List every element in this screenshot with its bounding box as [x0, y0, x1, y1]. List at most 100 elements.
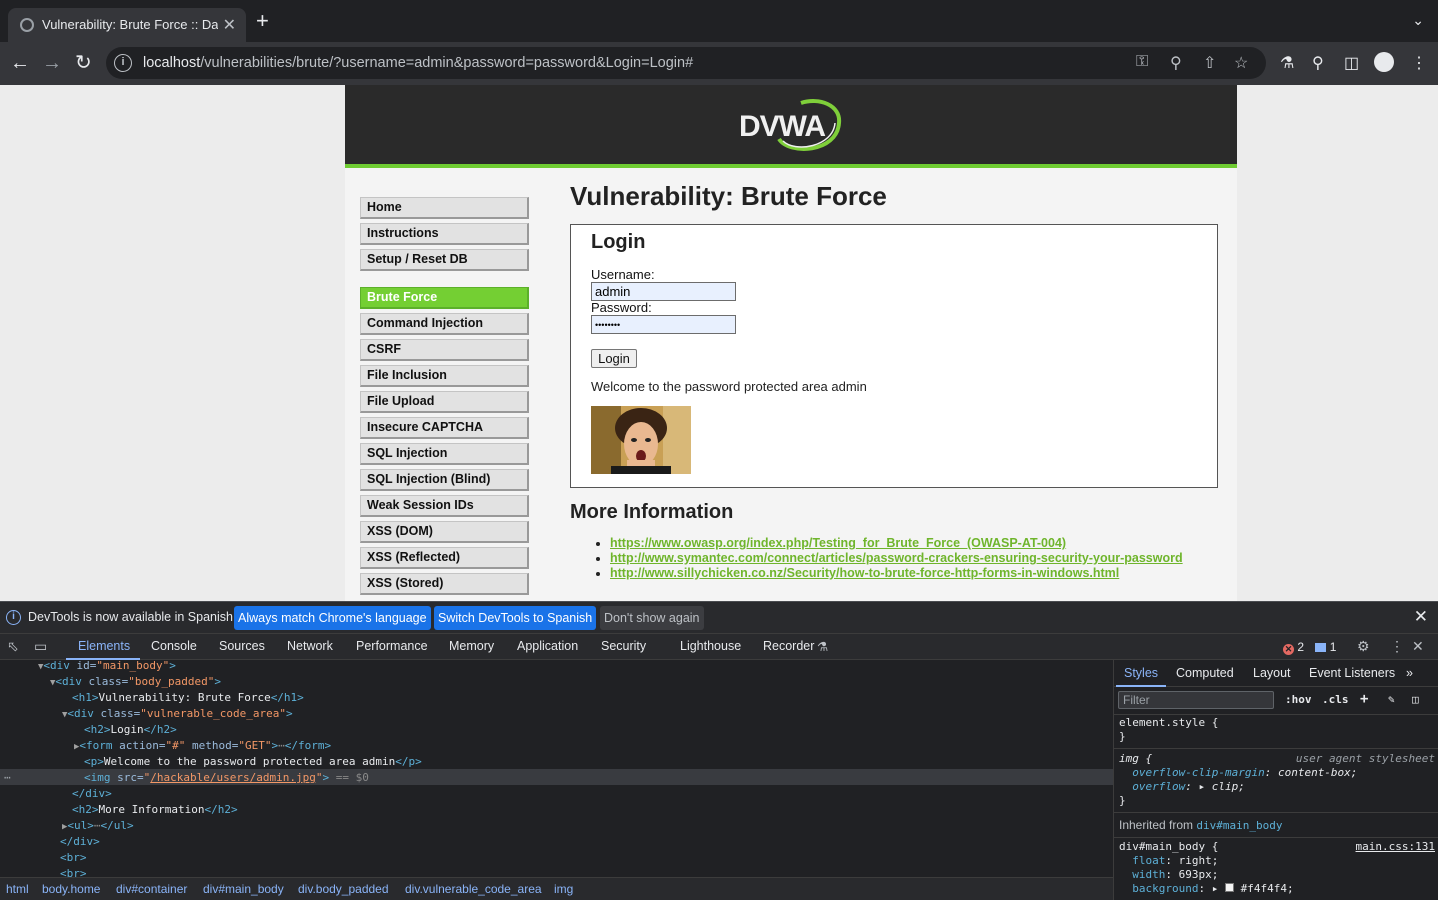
dom-node-br-2[interactable]: <br>: [60, 866, 87, 877]
symantec-link[interactable]: http://www.symantec.com/connect/articles…: [610, 551, 1183, 565]
menu-item-sql-injection-blind[interactable]: SQL Injection (Blind): [360, 469, 529, 491]
breadcrumb-html[interactable]: html: [6, 882, 29, 896]
tab-elements[interactable]: Elements: [78, 639, 130, 653]
menu-item-instructions[interactable]: Instructions: [360, 223, 529, 245]
styles-filter-input[interactable]: Filter: [1118, 691, 1274, 709]
message-count: 1: [1329, 640, 1337, 654]
tab-recorder[interactable]: Recorder: [763, 639, 814, 653]
menu-item-setup[interactable]: Setup / Reset DB: [360, 249, 529, 271]
more-tabs-chevron-icon[interactable]: »: [1406, 666, 1413, 680]
close-infobar-icon[interactable]: ✕: [1414, 607, 1428, 627]
username-input[interactable]: [591, 282, 736, 301]
inspect-element-icon[interactable]: ⬁: [7, 638, 19, 655]
tab-application[interactable]: Application: [517, 639, 578, 653]
breadcrumb-container[interactable]: div#container: [116, 882, 187, 896]
breadcrumb-body[interactable]: body.home: [42, 882, 100, 896]
tab-computed[interactable]: Computed: [1176, 666, 1234, 680]
profile-avatar-icon[interactable]: [1374, 52, 1394, 72]
browser-tab[interactable]: Vulnerability: Brute Force :: Da ✕: [8, 8, 246, 42]
dom-node-h2-login[interactable]: <h2>Login</h2>: [84, 722, 177, 738]
tab-memory[interactable]: Memory: [449, 639, 494, 653]
owasp-link[interactable]: https://www.owasp.org/index.php/Testing_…: [610, 536, 1066, 550]
dvwa-sidebar-menu: Home Instructions Setup / Reset DB Brute…: [360, 197, 529, 599]
new-tab-button[interactable]: +: [256, 10, 269, 32]
key-icon[interactable]: ⚿: [1136, 53, 1148, 71]
switch-to-spanish-button[interactable]: Switch DevTools to Spanish: [434, 606, 597, 630]
toggle-sidebar-icon[interactable]: ◫: [1412, 693, 1419, 706]
tab-lighthouse[interactable]: Lighthouse: [680, 639, 741, 653]
kebab-menu-icon[interactable]: ⋮: [1411, 53, 1427, 73]
tab-search-chevron-icon[interactable]: ⌄: [1412, 12, 1424, 29]
address-bar[interactable]: i localhost/vulnerabilities/brute/?usern…: [106, 47, 1266, 79]
menu-item-insecure-captcha[interactable]: Insecure CAPTCHA: [360, 417, 529, 439]
bookmark-star-icon[interactable]: ☆: [1234, 53, 1248, 73]
tab-network[interactable]: Network: [287, 639, 333, 653]
menu-item-brute-force[interactable]: Brute Force: [360, 287, 529, 309]
dom-node-vulnerable-code-area[interactable]: ▼<div class="vulnerable_code_area">: [62, 706, 293, 722]
forward-arrow-icon[interactable]: →: [42, 51, 62, 75]
dom-node-p-welcome[interactable]: <p>Welcome to the password protected are…: [84, 754, 422, 770]
tab-event-listeners[interactable]: Event Listeners: [1309, 666, 1395, 680]
menu-item-xss-stored[interactable]: XSS (Stored): [360, 573, 529, 595]
device-toolbar-icon[interactable]: ▭: [34, 638, 47, 655]
share-icon[interactable]: ⇧: [1203, 53, 1216, 73]
breadcrumb-vulnerable-code-area[interactable]: div.vulnerable_code_area: [405, 882, 542, 896]
tab-performance[interactable]: Performance: [356, 639, 428, 653]
dom-node-h2-more-info[interactable]: <h2>More Information</h2>: [72, 802, 238, 818]
breadcrumb-img[interactable]: img: [554, 882, 573, 896]
tab-close-icon[interactable]: ✕: [223, 15, 236, 35]
node-actions-ellipsis-icon[interactable]: ⋯: [4, 770, 11, 786]
info-icon: i: [6, 610, 21, 625]
close-devtools-icon[interactable]: ✕: [1412, 638, 1424, 655]
tab-security[interactable]: Security: [601, 639, 646, 653]
menu-item-sql-injection[interactable]: SQL Injection: [360, 443, 529, 465]
password-input[interactable]: [591, 315, 736, 334]
main-css-source-link[interactable]: main.css:131: [1356, 840, 1435, 853]
sillychicken-link[interactable]: http://www.sillychicken.co.nz/Security/h…: [610, 566, 1119, 580]
breadcrumb-main-body[interactable]: div#main_body: [203, 882, 284, 896]
devtools-menu-icon[interactable]: ⋮: [1390, 638, 1404, 655]
login-button[interactable]: Login: [591, 349, 637, 368]
dont-show-again-button[interactable]: Don't show again: [600, 606, 704, 630]
menu-item-xss-reflected[interactable]: XSS (Reflected): [360, 547, 529, 569]
dom-node-br[interactable]: <br>: [60, 850, 87, 866]
back-arrow-icon[interactable]: ←: [10, 51, 30, 75]
color-swatch[interactable]: [1224, 883, 1234, 892]
new-rule-plus-icon[interactable]: +: [1360, 691, 1368, 707]
menu-item-command-injection[interactable]: Command Injection: [360, 313, 529, 335]
site-info-icon[interactable]: i: [114, 54, 132, 72]
dvwa-header: DVWA: [345, 85, 1237, 168]
issues-counter[interactable]: ✕ 2 1: [1283, 640, 1336, 655]
reload-icon[interactable]: ↻: [75, 51, 92, 75]
tab-sources[interactable]: Sources: [219, 639, 265, 653]
tab-layout[interactable]: Layout: [1253, 666, 1291, 680]
always-match-language-button[interactable]: Always match Chrome's language: [234, 606, 431, 630]
breadcrumb-body-padded[interactable]: div.body_padded: [298, 882, 389, 896]
dom-node-img-selected[interactable]: <img src="/hackable/users/admin.jpg"> ==…: [84, 770, 369, 786]
cls-toggle[interactable]: .cls: [1322, 693, 1349, 706]
settings-gear-icon[interactable]: ⚙: [1357, 638, 1370, 655]
menu-item-file-upload[interactable]: File Upload: [360, 391, 529, 413]
menu-item-home[interactable]: Home: [360, 197, 529, 219]
menu-item-xss-dom[interactable]: XSS (DOM): [360, 521, 529, 543]
dom-node-form[interactable]: ▶<form action="#" method="GET">⋯</form>: [74, 738, 331, 754]
menu-item-csrf[interactable]: CSRF: [360, 339, 529, 361]
dom-node-ul[interactable]: ▶<ul>⋯</ul>: [62, 818, 134, 834]
tab-console[interactable]: Console: [151, 639, 197, 653]
dom-node-body-padded[interactable]: ▼<div class="body_padded">: [50, 674, 221, 690]
paint-brush-icon[interactable]: ✎: [1388, 693, 1395, 706]
hov-toggle[interactable]: :hov: [1285, 693, 1312, 706]
main-body-rule[interactable]: div#main_body { float: right; width: 693…: [1119, 840, 1294, 896]
dom-node-main-body[interactable]: ▼<div id="main_body">: [38, 660, 176, 674]
dom-node-h1[interactable]: <h1>Vulnerability: Brute Force</h1>: [72, 690, 304, 706]
elements-dom-tree: ▼<div id="main_body"> ▼<div class="body_…: [0, 660, 1113, 877]
menu-item-weak-session-ids[interactable]: Weak Session IDs: [360, 495, 529, 517]
menu-item-file-inclusion[interactable]: File Inclusion: [360, 365, 529, 387]
search-icon[interactable]: ⚲: [1312, 53, 1324, 73]
url-text[interactable]: localhost/vulnerabilities/brute/?usernam…: [143, 55, 693, 71]
labs-flask-icon[interactable]: ⚗: [1280, 53, 1294, 73]
tab-styles[interactable]: Styles: [1124, 666, 1158, 680]
element-style-rule[interactable]: element.style {}: [1119, 716, 1218, 744]
zoom-icon[interactable]: ⚲: [1170, 53, 1182, 73]
side-panel-icon[interactable]: ◫: [1344, 53, 1359, 73]
